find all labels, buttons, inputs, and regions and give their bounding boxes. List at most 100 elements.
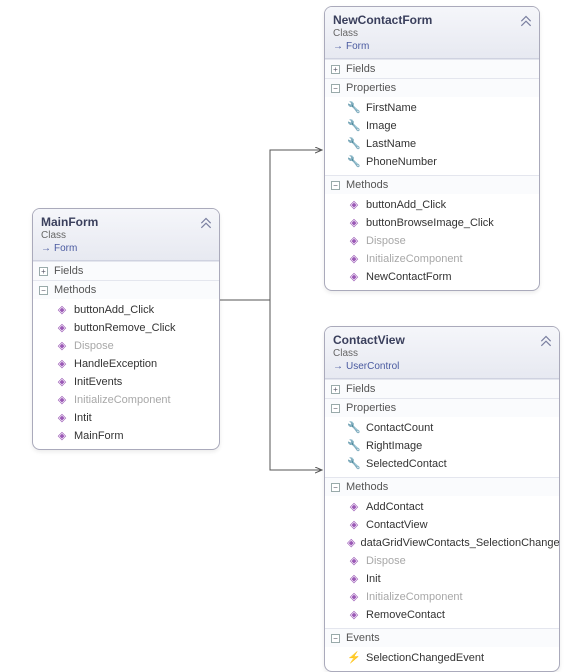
class-box-newcontactform[interactable]: NewContactForm Class →Form + Fields − Pr…	[324, 6, 540, 291]
member-property[interactable]: 🔧RightImage	[325, 437, 559, 455]
class-inherits: →Form	[41, 243, 211, 254]
section-header-fields[interactable]: + Fields	[325, 60, 539, 78]
expand-icon[interactable]: +	[39, 267, 48, 276]
collapse-chevron-icon[interactable]	[519, 13, 533, 27]
expand-icon[interactable]: +	[331, 385, 340, 394]
section-header-events[interactable]: − Events	[325, 629, 559, 647]
collapse-icon[interactable]: −	[331, 181, 340, 190]
member-method[interactable]: ◈NewContactForm	[325, 268, 539, 286]
member-method[interactable]: ◈ Dispose	[325, 232, 539, 250]
method-icon: ◈	[347, 607, 361, 623]
method-icon: ◈	[347, 517, 361, 533]
property-icon: 🔧	[347, 136, 361, 152]
method-icon: ◈	[55, 410, 69, 426]
methods-list: ◈buttonAdd_Click ◈buttonRemove_Click ◈Di…	[33, 299, 219, 449]
collapse-icon[interactable]: −	[331, 634, 340, 643]
member-name: Init	[366, 571, 381, 587]
method-icon: ◈	[55, 428, 69, 444]
member-method[interactable]: ◈InitializeComponent	[325, 250, 539, 268]
method-icon: ◈	[347, 233, 361, 249]
class-box-mainform[interactable]: MainForm Class →Form + Fields − Methods …	[32, 208, 220, 450]
section-methods: − Methods ◈buttonAdd_Click ◈buttonRemove…	[33, 280, 219, 449]
method-icon: ◈	[347, 589, 361, 605]
member-method[interactable]: ◈InitEvents	[33, 373, 219, 391]
section-header-methods[interactable]: − Methods	[33, 281, 219, 299]
member-method[interactable]: ◈Dispose	[325, 552, 559, 570]
member-name: Dispose	[366, 233, 406, 249]
member-method[interactable]: ◈MainForm	[33, 427, 219, 445]
member-method[interactable]: ◈buttonRemove_Click	[33, 319, 219, 337]
section-label: Methods	[346, 481, 388, 493]
member-name: HandleException	[74, 356, 157, 372]
member-event[interactable]: ⚡ SelectionChangedEvent	[325, 649, 559, 667]
section-label: Methods	[346, 179, 388, 191]
inherit-arrow-icon: →	[41, 243, 51, 254]
member-property[interactable]: 🔧 ContactCount	[325, 419, 559, 437]
member-name: SelectionChangedEvent	[366, 650, 484, 666]
method-icon: ◈	[55, 320, 69, 336]
member-name: PhoneNumber	[366, 154, 437, 170]
section-header-fields[interactable]: + Fields	[325, 380, 559, 398]
property-icon: 🔧	[347, 154, 361, 170]
class-stereotype: Class	[41, 230, 211, 241]
member-method[interactable]: ◈Dispose	[33, 337, 219, 355]
method-icon: ◈	[55, 356, 69, 372]
member-name: FirstName	[366, 100, 417, 116]
section-header-methods[interactable]: − Methods	[325, 478, 559, 496]
class-inherits: →UserControl	[333, 361, 551, 372]
expand-icon[interactable]: +	[331, 65, 340, 74]
collapse-icon[interactable]: −	[331, 84, 340, 93]
section-label: Properties	[346, 402, 396, 414]
inherits-name: Form	[346, 41, 369, 52]
member-property[interactable]: 🔧Image	[325, 117, 539, 135]
member-method[interactable]: ◈buttonAdd_Click	[33, 301, 219, 319]
property-icon: 🔧	[347, 100, 361, 116]
collapse-icon[interactable]: −	[331, 483, 340, 492]
member-method[interactable]: ◈dataGridViewContacts_SelectionChanged	[325, 534, 559, 552]
collapse-chevron-icon[interactable]	[539, 333, 553, 347]
collapse-icon[interactable]: −	[331, 404, 340, 413]
section-header-fields[interactable]: + Fields	[33, 262, 219, 280]
member-method[interactable]: ◈ HandleException	[33, 355, 219, 373]
member-name: InitializeComponent	[74, 392, 171, 408]
member-property[interactable]: 🔧 FirstName	[325, 99, 539, 117]
class-title: NewContactForm	[333, 13, 531, 27]
class-stereotype: Class	[333, 348, 551, 359]
collapse-icon[interactable]: −	[39, 286, 48, 295]
section-properties: − Properties 🔧 FirstName 🔧Image 🔧LastName…	[325, 78, 539, 175]
member-name: ContactCount	[366, 420, 433, 436]
property-icon: 🔧	[347, 438, 361, 454]
event-icon: ⚡	[347, 650, 361, 666]
property-icon: 🔧	[347, 420, 361, 436]
member-name: ContactView	[366, 517, 428, 533]
class-inherits: →Form	[333, 41, 531, 52]
member-name: Intit	[74, 410, 92, 426]
section-properties: − Properties 🔧 ContactCount 🔧RightImage 🔧…	[325, 398, 559, 477]
collapse-chevron-icon[interactable]	[199, 215, 213, 229]
section-label: Fields	[346, 383, 375, 395]
member-method[interactable]: ◈ Intit	[33, 409, 219, 427]
section-header-methods[interactable]: − Methods	[325, 176, 539, 194]
member-method[interactable]: ◈RemoveContact	[325, 606, 559, 624]
inherits-name: UserControl	[346, 361, 399, 372]
section-header-properties[interactable]: − Properties	[325, 399, 559, 417]
member-method[interactable]: ◈buttonBrowseImage_Click	[325, 214, 539, 232]
properties-list: 🔧 FirstName 🔧Image 🔧LastName 🔧 PhoneNumber	[325, 97, 539, 175]
section-label: Properties	[346, 82, 396, 94]
class-title: ContactView	[333, 333, 551, 347]
member-method[interactable]: ◈ ContactView	[325, 516, 559, 534]
member-method[interactable]: ◈InitializeComponent	[325, 588, 559, 606]
member-method[interactable]: ◈Init	[325, 570, 559, 588]
class-header: NewContactForm Class →Form	[325, 7, 539, 59]
section-methods: − Methods ◈buttonAdd_Click ◈buttonBrowse…	[325, 175, 539, 290]
member-property[interactable]: 🔧 PhoneNumber	[325, 153, 539, 171]
member-method[interactable]: ◈AddContact	[325, 498, 559, 516]
member-property[interactable]: 🔧SelectedContact	[325, 455, 559, 473]
diagram-canvas: MainForm Class →Form + Fields − Methods …	[0, 0, 568, 653]
member-property[interactable]: 🔧LastName	[325, 135, 539, 153]
section-header-properties[interactable]: − Properties	[325, 79, 539, 97]
method-icon: ◈	[347, 251, 361, 267]
member-method[interactable]: ◈InitializeComponent	[33, 391, 219, 409]
class-box-contactview[interactable]: ContactView Class →UserControl + Fields …	[324, 326, 560, 672]
member-method[interactable]: ◈buttonAdd_Click	[325, 196, 539, 214]
